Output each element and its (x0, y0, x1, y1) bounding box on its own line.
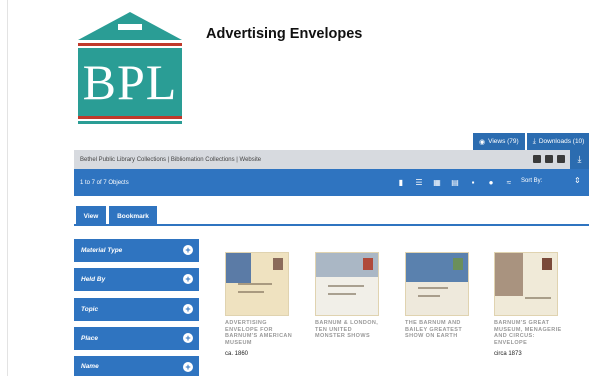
download-icon: ⤓ (577, 154, 582, 164)
bookmark-icon[interactable]: ▮ (396, 177, 406, 187)
sort-select[interactable]: Sort By: (521, 178, 542, 184)
results-count: 1 to 7 of 7 Objects (80, 179, 129, 186)
mode-tabs: View Bookmark (74, 204, 589, 226)
downloads-label: Downloads (10) (538, 138, 585, 145)
list-view-icon[interactable]: ☰ (414, 177, 424, 187)
download-button[interactable]: ⤓ (570, 150, 589, 169)
views-label: Views (79) (488, 138, 519, 145)
tab-view[interactable]: View (76, 206, 106, 226)
settings-icon[interactable]: ● (486, 177, 496, 187)
item-title[interactable]: THE BARNUM AND BAILEY GREATEST SHOW ON E… (405, 320, 473, 340)
facet-material-type[interactable]: Material Type + (74, 239, 199, 262)
list-item[interactable]: BARNUM & LONDON, TEN UNITED MONSTER SHOW… (315, 252, 383, 345)
results-bar: 1 to 7 of 7 Objects ▮ ☰ ▦ ▤ ▪ ● ≈ Sort B… (74, 169, 589, 196)
plus-icon[interactable]: + (183, 274, 193, 284)
item-title[interactable]: ADVERTISING ENVELOPE FOR BARNUM'S AMERIC… (225, 320, 293, 346)
twitter-icon[interactable] (545, 155, 553, 163)
facet-label: Held By (81, 276, 106, 283)
item-thumbnail[interactable] (225, 252, 289, 316)
plus-icon[interactable]: + (183, 333, 193, 343)
email-icon[interactable] (557, 155, 565, 163)
item-thumbnail[interactable] (315, 252, 379, 316)
views-tab[interactable]: ◉ Views (79) (473, 133, 525, 150)
downloads-tab[interactable]: ⤓ Downloads (10) (526, 133, 589, 150)
item-date: circa 1873 (494, 351, 522, 358)
facet-label: Topic (81, 306, 99, 313)
facet-label: Material Type (81, 247, 123, 254)
facebook-icon[interactable] (533, 155, 541, 163)
facet-topic[interactable]: Topic + (74, 298, 199, 321)
item-date: ca. 1860 (225, 351, 249, 358)
tab-bookmark[interactable]: Bookmark (109, 206, 157, 226)
download-icon: ⤓ (532, 137, 536, 145)
list-item[interactable]: ADVERTISING ENVELOPE FOR BARNUM'S AMERIC… (225, 252, 293, 357)
plus-icon[interactable]: + (183, 362, 193, 372)
table-view-icon[interactable]: ▤ (450, 177, 460, 187)
view-options: ▮ ☰ ▦ ▤ ▪ ● ≈ (396, 177, 514, 187)
logo-text: BPL (82, 54, 178, 110)
list-item[interactable]: THE BARNUM AND BAILEY GREATEST SHOW ON E… (405, 252, 473, 345)
facet-held-by[interactable]: Held By + (74, 268, 199, 291)
list-item[interactable]: BARNUM'S GREAT MUSEUM, MENAGERIE AND CIR… (494, 252, 562, 357)
grid-view-icon[interactable]: ▦ (432, 177, 442, 187)
eye-icon: ◉ (479, 138, 486, 146)
facet-place[interactable]: Place + (74, 327, 199, 350)
item-thumbnail[interactable] (494, 252, 558, 316)
plus-icon[interactable]: + (183, 304, 193, 314)
breadcrumb-bar: Bethel Public Library Collections | Bibl… (74, 150, 589, 169)
tile-view-icon[interactable]: ▪ (468, 177, 478, 187)
facet-label: Place (81, 335, 98, 342)
sort-caret-icon[interactable]: ⇕ (574, 176, 581, 185)
bpl-logo[interactable]: BPL (74, 10, 186, 126)
item-title[interactable]: BARNUM'S GREAT MUSEUM, MENAGERIE AND CIR… (494, 320, 562, 346)
breadcrumb[interactable]: Bethel Public Library Collections | Bibl… (80, 157, 261, 163)
item-thumbnail[interactable] (405, 252, 469, 316)
share-icons (533, 155, 565, 163)
stats-tabs: ◉ Views (79) ⤓ Downloads (10) (473, 133, 589, 150)
left-rule (7, 0, 8, 376)
facet-name[interactable]: Name + (74, 356, 199, 376)
item-title[interactable]: BARNUM & LONDON, TEN UNITED MONSTER SHOW… (315, 320, 383, 340)
page-title: Advertising Envelopes (206, 26, 363, 42)
rss-icon[interactable]: ≈ (504, 177, 514, 187)
facet-label: Name (81, 362, 99, 370)
plus-icon[interactable]: + (183, 245, 193, 255)
